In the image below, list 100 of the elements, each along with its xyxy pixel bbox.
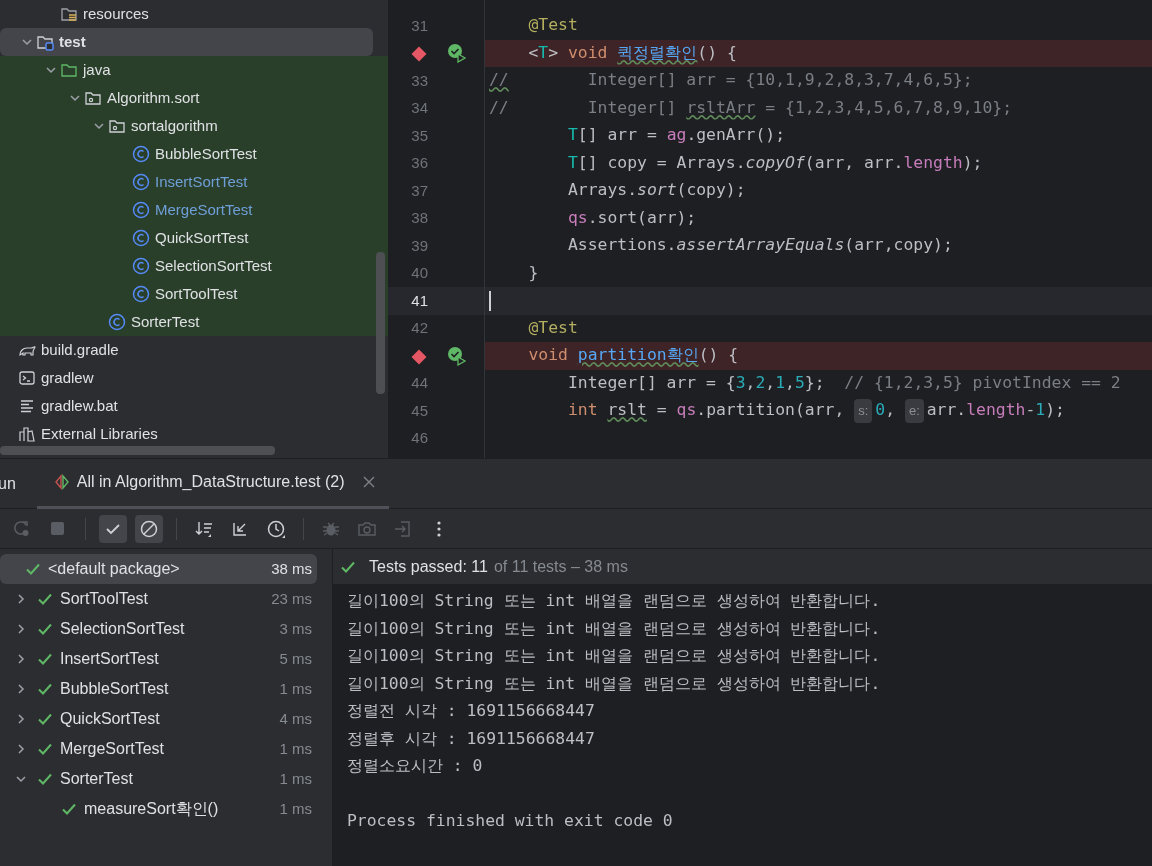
test-duration: 1 ms xyxy=(279,738,312,759)
scrollbar[interactable] xyxy=(0,446,275,455)
test-name: InsertSortTest xyxy=(60,649,159,669)
folder-icon xyxy=(36,33,54,51)
test-name: measureSort확인() xyxy=(84,799,219,819)
line-number: 40 xyxy=(410,263,428,283)
code-line: int rslt = qs.partition(arr, s: 0, e: arr.length-1); xyxy=(485,397,1152,425)
test-row[interactable]: SorterTest 1 ms xyxy=(0,764,317,794)
package-icon xyxy=(108,117,126,135)
test-row[interactable]: QuickSortTest 4 ms xyxy=(0,704,317,734)
code-line: T[] copy = Arrays.copyOf(arr, arr.length); xyxy=(566,151,984,174)
test-duration: 3 ms xyxy=(279,618,312,639)
console-line: 길이100의 String 또는 int 배열을 랜덤으로 생성하여 반환합니다. xyxy=(347,590,882,613)
tree-item[interactable]: resources xyxy=(0,0,388,28)
scrollbar[interactable] xyxy=(376,252,385,394)
ignore-button[interactable] xyxy=(135,514,163,543)
console-line: 길이100의 String 또는 int 배열을 랜덤으로 생성하여 반환합니다. xyxy=(347,645,882,668)
test-name: QuickSortTest xyxy=(60,709,160,729)
code-line: // Integer[] rsltArr = {1,2,3,4,5,6,7,8,9,10}; xyxy=(488,96,1014,119)
text-lines-icon xyxy=(18,397,36,415)
summary-label: Tests passed: 11 xyxy=(369,556,488,577)
check-button[interactable] xyxy=(99,514,127,543)
line-number: 39 xyxy=(410,235,428,256)
line-number: 38 xyxy=(410,208,428,228)
test-name: SelectionSortTest xyxy=(60,619,185,639)
tree-item[interactable]: gradlew xyxy=(0,364,388,392)
test-row[interactable]: SortToolTest 23 ms xyxy=(0,584,317,614)
class-icon xyxy=(132,145,150,163)
line-number: 46 xyxy=(410,428,428,448)
tree-item[interactable]: External Libraries xyxy=(0,420,388,448)
test-duration: 1 ms xyxy=(279,678,312,699)
test-name: BubbleSortTest xyxy=(60,679,169,699)
line-number: 41 xyxy=(410,290,428,311)
run-test-icon[interactable] xyxy=(447,345,467,366)
folder-icon xyxy=(60,5,78,23)
tree-item[interactable]: gradlew.bat xyxy=(0,392,388,420)
console-line: 길이100의 String 또는 int 배열을 랜덤으로 생성하여 반환합니다. xyxy=(347,617,882,640)
test-name: MergeSortTest xyxy=(60,739,165,759)
code-line: @Test xyxy=(527,316,579,339)
console-line: 길이100의 String 또는 int 배열을 랜덤으로 생성하여 반환합니다. xyxy=(347,672,882,695)
code-line: Integer[] arr = {3,2,1,5}; // {1,2,3,5} pivotIndex == 2 xyxy=(566,371,1122,394)
tree-item[interactable]: SorterTest xyxy=(0,308,388,336)
class-icon xyxy=(108,313,126,331)
class-icon xyxy=(132,257,150,275)
folder-icon xyxy=(60,61,78,79)
console-line: 정렬소요시간 : 0 xyxy=(347,755,484,778)
line-number: 31 xyxy=(410,15,428,36)
test-duration: 1 ms xyxy=(279,798,312,819)
code-line: qs.sort(arr); xyxy=(566,206,698,229)
tree-item[interactable]: SortToolTest xyxy=(0,280,388,308)
test-row[interactable]: SelectionSortTest 3 ms xyxy=(0,614,317,644)
tree-item[interactable]: java xyxy=(0,56,388,84)
run-tab[interactable]: All in Algorithm_DataStructure.test (2) xyxy=(36,458,390,509)
line-number: 36 xyxy=(410,153,428,173)
code-line: Arrays.sort(copy); xyxy=(566,179,747,202)
library-icon xyxy=(18,425,36,443)
console-line: 정렬후 시각 : 1691156668447 xyxy=(347,727,596,750)
summary-detail: of 11 tests – 38 ms xyxy=(493,556,628,577)
class-icon xyxy=(132,229,150,247)
tree-item[interactable]: Algorithm.sort xyxy=(0,84,388,112)
test-name: SortToolTest xyxy=(60,589,149,609)
class-icon xyxy=(132,201,150,219)
export-icon xyxy=(393,518,413,539)
ignore-icon xyxy=(139,518,159,539)
test-row[interactable]: BubbleSortTest 1 ms xyxy=(0,674,317,704)
code-line: T[] arr = ag.genArr(); xyxy=(566,124,787,147)
test-row[interactable]: MergeSortTest 1 ms xyxy=(0,734,317,764)
tree-item[interactable]: build.gradle xyxy=(0,336,388,364)
terminal-icon xyxy=(18,369,36,387)
line-number: 34 xyxy=(410,98,428,118)
tree-item[interactable]: SelectionSortTest xyxy=(0,252,388,280)
breakpoint-icon[interactable] xyxy=(410,347,428,366)
test-row[interactable]: measureSort확인() 1 ms xyxy=(0,794,317,824)
line-number: 35 xyxy=(410,125,428,146)
code-line: Assertions.assertArrayEquals(arr,copy); xyxy=(566,234,954,257)
test-name: <default package> xyxy=(48,559,180,579)
tree-item[interactable]: InsertSortTest xyxy=(0,168,388,196)
code-line: @Test xyxy=(527,14,579,37)
tree-item[interactable]: MergeSortTest xyxy=(0,196,388,224)
test-status-icon xyxy=(53,474,70,490)
tree-item[interactable]: BubbleSortTest xyxy=(0,140,388,168)
breakpoint-icon[interactable] xyxy=(410,45,428,64)
test-duration: 38 ms xyxy=(271,558,312,579)
test-duration: 4 ms xyxy=(279,708,312,729)
tree-item[interactable]: QuickSortTest xyxy=(0,224,388,252)
close-icon[interactable] xyxy=(363,476,376,488)
run-test-icon[interactable] xyxy=(447,43,467,64)
clock-icon xyxy=(266,518,286,539)
test-name: SorterTest xyxy=(60,769,133,789)
tree-item[interactable]: test xyxy=(0,28,373,56)
tree-item[interactable]: sortalgorithm xyxy=(0,112,388,140)
console-line: 정렬전 시각 : 1691156668447 xyxy=(347,700,596,723)
test-duration: 23 ms xyxy=(271,588,312,609)
test-row[interactable]: InsertSortTest 5 ms xyxy=(0,644,317,674)
line-number: 45 xyxy=(410,400,428,421)
more-icon xyxy=(437,520,441,537)
line-number: 37 xyxy=(410,180,428,201)
class-icon xyxy=(132,285,150,303)
package-icon xyxy=(84,89,102,107)
test-row[interactable]: <default package> 38 ms xyxy=(0,554,317,584)
